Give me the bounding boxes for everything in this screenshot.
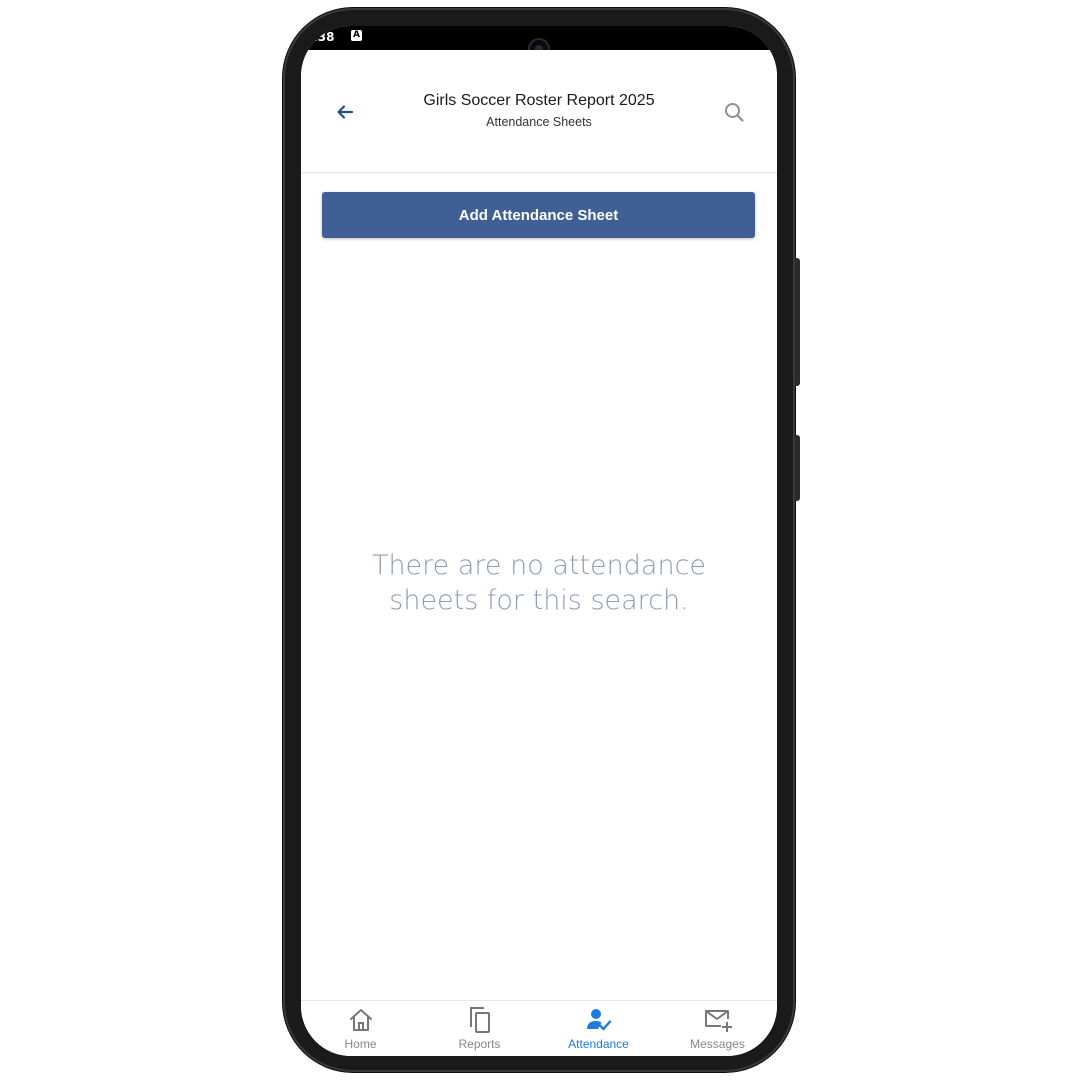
app-header: Girls Soccer Roster Report 2025 Attendan… [301,50,777,173]
page-subtitle: Attendance Sheets [486,115,592,129]
empty-state-message: There are no attendance sheets for this … [371,550,707,616]
bottom-tab-bar: Home Reports Attendance Messages [301,1000,777,1056]
tab-reports-label: Reports [458,1037,501,1051]
volume-button [795,258,800,386]
tab-attendance-label: Attendance [568,1037,629,1051]
tab-attendance[interactable]: Attendance [539,1001,658,1056]
screen: :38 A Girls Soccer Roster Report 2025 At… [301,26,777,1056]
tab-reports[interactable]: Reports [420,1001,539,1056]
status-time: :38 [313,30,335,44]
tab-home-label: Home [344,1037,377,1051]
search-button[interactable] [718,96,750,128]
copy-icon [469,1007,490,1033]
tab-messages-label: Messages [690,1037,745,1051]
tab-messages[interactable]: Messages [658,1001,777,1056]
tab-home[interactable]: Home [301,1001,420,1056]
add-attendance-sheet-button[interactable]: Add Attendance Sheet [322,192,755,238]
person-check-icon [586,1009,611,1031]
home-icon [349,1009,372,1031]
mail-plus-icon [704,1010,732,1032]
status-indicator-icon: A [351,30,362,41]
search-icon [725,103,744,122]
page-title: Girls Soccer Roster Report 2025 [423,92,655,109]
power-button [795,435,800,501]
